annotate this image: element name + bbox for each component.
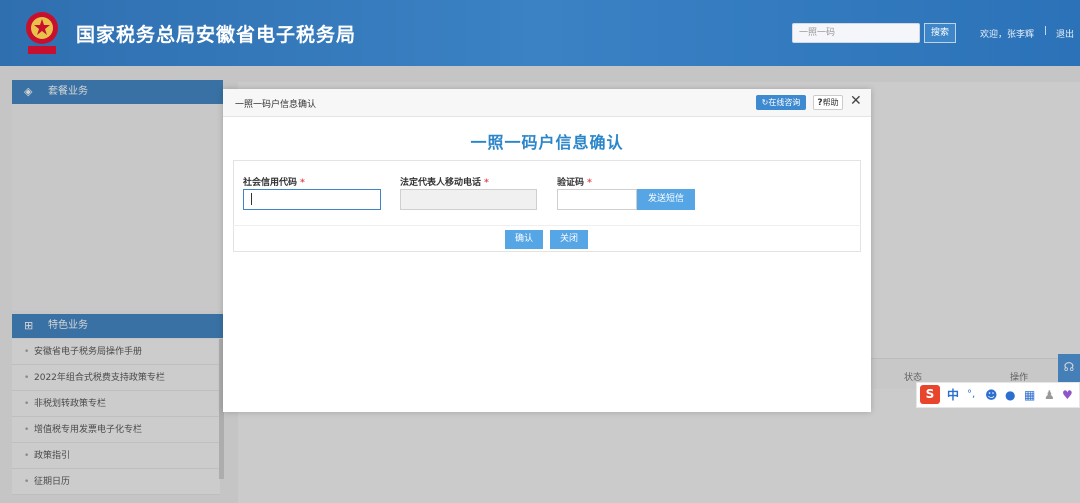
phone-input[interactable] xyxy=(400,189,537,210)
help-button[interactable]: ?帮助 xyxy=(813,95,843,110)
keyboard-icon[interactable]: ▦ xyxy=(1024,386,1035,404)
credit-code-input[interactable] xyxy=(243,189,381,210)
verify-code-input[interactable] xyxy=(557,189,637,210)
close-button[interactable]: 关闭 xyxy=(550,230,588,249)
site-title: 国家税务总局安徽省电子税务局 xyxy=(76,24,357,46)
credit-code-label: 社会信用代码 * xyxy=(243,178,305,188)
ime-logo-icon[interactable]: S xyxy=(920,385,940,404)
send-sms-button[interactable]: 发送短信 xyxy=(637,189,695,210)
search-button[interactable]: 搜索 xyxy=(924,23,956,43)
microphone-icon[interactable]: ● xyxy=(1005,386,1015,404)
dialog-titlebar: 一照一码户信息确认 ↻在线咨询 ?帮助 ✕ xyxy=(223,89,871,117)
online-consult-button[interactable]: ↻在线咨询 xyxy=(756,95,806,110)
emoji-icon[interactable]: ☻ xyxy=(985,386,998,404)
info-confirm-dialog: 一照一码户信息确认 ↻在线咨询 ?帮助 ✕ 一照一码户信息确认 社会信用代码 *… xyxy=(223,89,871,412)
online-consult-label: 在线咨询 xyxy=(768,98,801,107)
text-cursor xyxy=(251,193,252,205)
confirm-button[interactable]: 确认 xyxy=(505,230,543,249)
welcome-text: 欢迎，张李辉 xyxy=(980,30,1035,40)
dialog-heading: 一照一码户信息确认 xyxy=(470,133,624,152)
logout-link[interactable]: 退出 xyxy=(1056,27,1074,40)
dialog-title: 一照一码户信息确认 xyxy=(235,100,317,110)
user-icon[interactable]: ♟ xyxy=(1044,386,1055,404)
close-icon[interactable]: ✕ xyxy=(850,93,862,109)
header-separator: | xyxy=(1044,26,1048,36)
help-label: 帮助 xyxy=(822,98,839,107)
verify-code-label: 验证码 * xyxy=(557,178,592,188)
form-divider xyxy=(233,225,861,226)
phone-label: 法定代表人移动电话 * xyxy=(400,178,489,188)
top-header: 国家税务总局安徽省电子税务局 一照一码 搜索 欢迎，张李辉 | 退出 xyxy=(0,0,1080,66)
ime-toolbar: S 中 °, ☻ ● ▦ ♟ ♥ xyxy=(916,382,1080,408)
ime-punctuation-toggle[interactable]: °, xyxy=(967,386,975,404)
skin-icon[interactable]: ♥ xyxy=(1062,386,1073,404)
national-emblem-icon xyxy=(26,12,58,54)
ime-mode-toggle[interactable]: 中 xyxy=(947,386,959,404)
search-input[interactable]: 一照一码 xyxy=(792,23,920,43)
